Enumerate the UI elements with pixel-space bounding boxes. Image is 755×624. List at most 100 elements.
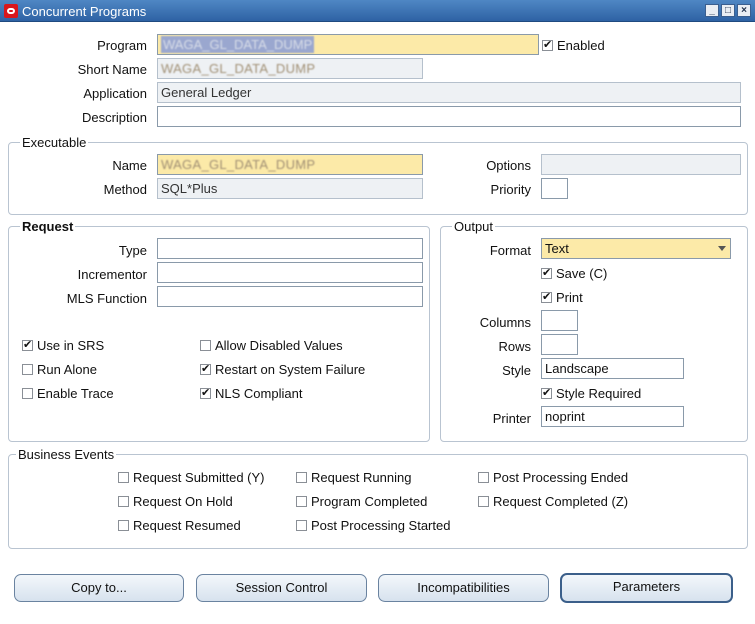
incompatibilities-button[interactable]: Incompatibilities: [378, 574, 549, 602]
event-request-on-hold-box[interactable]: [118, 495, 129, 507]
application-field[interactable]: General Ledger: [157, 82, 741, 103]
event-request-running[interactable]: Request Running: [296, 469, 411, 485]
save-label: Save (C): [556, 265, 608, 281]
priority-label: Priority: [490, 182, 531, 197]
maximize-icon[interactable]: □: [721, 4, 735, 17]
event-program-completed[interactable]: Program Completed: [296, 493, 427, 509]
exec-name-field[interactable]: WAGA_GL_DATA_DUMP: [157, 154, 423, 175]
type-label: Type: [118, 243, 147, 258]
oracle-logo-icon: [4, 4, 18, 18]
options-field[interactable]: [541, 154, 741, 175]
style-required-box[interactable]: [541, 386, 552, 399]
nls-compliant-box[interactable]: [200, 386, 211, 399]
event-post-processing-started-label: Post Processing Started: [311, 517, 451, 533]
business-events-title: Business Events: [16, 447, 117, 462]
event-post-processing-started-box[interactable]: [296, 519, 307, 531]
event-request-completed-box[interactable]: [478, 495, 489, 507]
restart-on-failure-checkbox[interactable]: Restart on System Failure: [200, 361, 365, 377]
save-box[interactable]: [541, 266, 552, 279]
method-field[interactable]: SQL*Plus: [157, 178, 423, 199]
printer-label: Printer: [492, 411, 531, 426]
event-request-resumed-label: Request Resumed: [133, 517, 241, 533]
restart-on-failure-box[interactable]: [200, 362, 211, 375]
application-label: Application: [83, 86, 147, 101]
incrementor-label: Incrementor: [77, 267, 147, 282]
event-request-resumed[interactable]: Request Resumed: [118, 517, 241, 533]
short-name-field[interactable]: WAGA_GL_DATA_DUMP: [157, 58, 423, 79]
parameters-button[interactable]: Parameters: [560, 573, 733, 603]
program-value: WAGA_GL_DATA_DUMP: [161, 36, 315, 53]
copy-to-button[interactable]: Copy to...: [14, 574, 184, 602]
enabled-checkbox[interactable]: Enabled: [542, 37, 605, 53]
window-title: Concurrent Programs: [22, 4, 147, 19]
chevron-down-icon[interactable]: [718, 246, 726, 251]
run-alone-label: Run Alone: [37, 361, 97, 377]
nls-compliant-label: NLS Compliant: [215, 385, 303, 401]
type-field[interactable]: [157, 238, 423, 259]
style-required-label: Style Required: [556, 385, 642, 401]
event-request-running-label: Request Running: [311, 469, 412, 485]
options-label: Options: [486, 158, 531, 173]
allow-disabled-values-box[interactable]: [200, 339, 211, 351]
event-request-submitted[interactable]: Request Submitted (Y): [118, 469, 265, 485]
event-post-processing-ended[interactable]: Post Processing Ended: [478, 469, 628, 485]
event-post-processing-ended-label: Post Processing Ended: [493, 469, 629, 485]
output-group-title: Output: [452, 219, 496, 234]
print-checkbox[interactable]: Print: [541, 289, 583, 305]
save-checkbox[interactable]: Save (C): [541, 265, 607, 281]
allow-disabled-values-checkbox[interactable]: Allow Disabled Values: [200, 337, 343, 353]
event-program-completed-box[interactable]: [296, 495, 307, 507]
event-request-on-hold[interactable]: Request On Hold: [118, 493, 233, 509]
event-request-running-box[interactable]: [296, 471, 307, 483]
window-titlebar: Concurrent Programs _ □ ×: [0, 0, 755, 22]
enable-trace-label: Enable Trace: [37, 385, 114, 401]
columns-field[interactable]: [541, 310, 578, 331]
event-request-completed-label: Request Completed (Z): [493, 493, 629, 509]
style-field[interactable]: Landscape: [541, 358, 684, 379]
format-label: Format: [489, 243, 531, 258]
columns-label: Columns: [479, 315, 531, 330]
enable-trace-box[interactable]: [22, 387, 33, 399]
rows-field[interactable]: [541, 334, 578, 355]
event-request-submitted-box[interactable]: [118, 471, 129, 483]
event-post-processing-started[interactable]: Post Processing Started: [296, 517, 450, 533]
allow-disabled-values-label: Allow Disabled Values: [215, 337, 343, 353]
printer-field[interactable]: noprint: [541, 406, 684, 427]
enable-trace-checkbox[interactable]: Enable Trace: [22, 385, 114, 401]
enabled-label: Enabled: [557, 37, 605, 53]
style-label: Style: [502, 363, 531, 378]
event-request-resumed-box[interactable]: [118, 519, 129, 531]
event-request-completed[interactable]: Request Completed (Z): [478, 493, 628, 509]
nls-compliant-checkbox[interactable]: NLS Compliant: [200, 385, 302, 401]
run-alone-box[interactable]: [22, 363, 33, 375]
short-name-label: Short Name: [77, 62, 147, 77]
program-label: Program: [97, 38, 147, 53]
program-field[interactable]: WAGA_GL_DATA_DUMP: [157, 34, 539, 55]
style-required-checkbox[interactable]: Style Required: [541, 385, 641, 401]
priority-field[interactable]: [541, 178, 568, 199]
print-box[interactable]: [541, 290, 552, 303]
event-program-completed-label: Program Completed: [311, 493, 428, 509]
event-request-on-hold-label: Request On Hold: [133, 493, 233, 509]
exec-name-value: WAGA_GL_DATA_DUMP: [161, 157, 316, 172]
short-name-value: WAGA_GL_DATA_DUMP: [161, 61, 316, 76]
enabled-checkbox-box[interactable]: [542, 38, 553, 51]
request-group-title: Request: [20, 219, 76, 234]
format-select[interactable]: Text: [541, 238, 731, 259]
mls-function-label: MLS Function: [66, 291, 147, 306]
use-in-srs-checkbox[interactable]: Use in SRS: [22, 337, 104, 353]
run-alone-checkbox[interactable]: Run Alone: [22, 361, 97, 377]
incrementor-field[interactable]: [157, 262, 423, 283]
executable-group-title: Executable: [20, 135, 89, 150]
description-field[interactable]: [157, 106, 741, 127]
session-control-button[interactable]: Session Control: [196, 574, 367, 602]
use-in-srs-box[interactable]: [22, 338, 33, 351]
method-label: Method: [103, 182, 147, 197]
close-icon[interactable]: ×: [737, 4, 751, 17]
mls-function-field[interactable]: [157, 286, 423, 307]
minimize-icon[interactable]: _: [705, 4, 719, 17]
restart-on-failure-label: Restart on System Failure: [215, 361, 366, 377]
print-label: Print: [556, 289, 583, 305]
event-post-processing-ended-box[interactable]: [478, 471, 489, 483]
rows-label: Rows: [498, 339, 531, 354]
